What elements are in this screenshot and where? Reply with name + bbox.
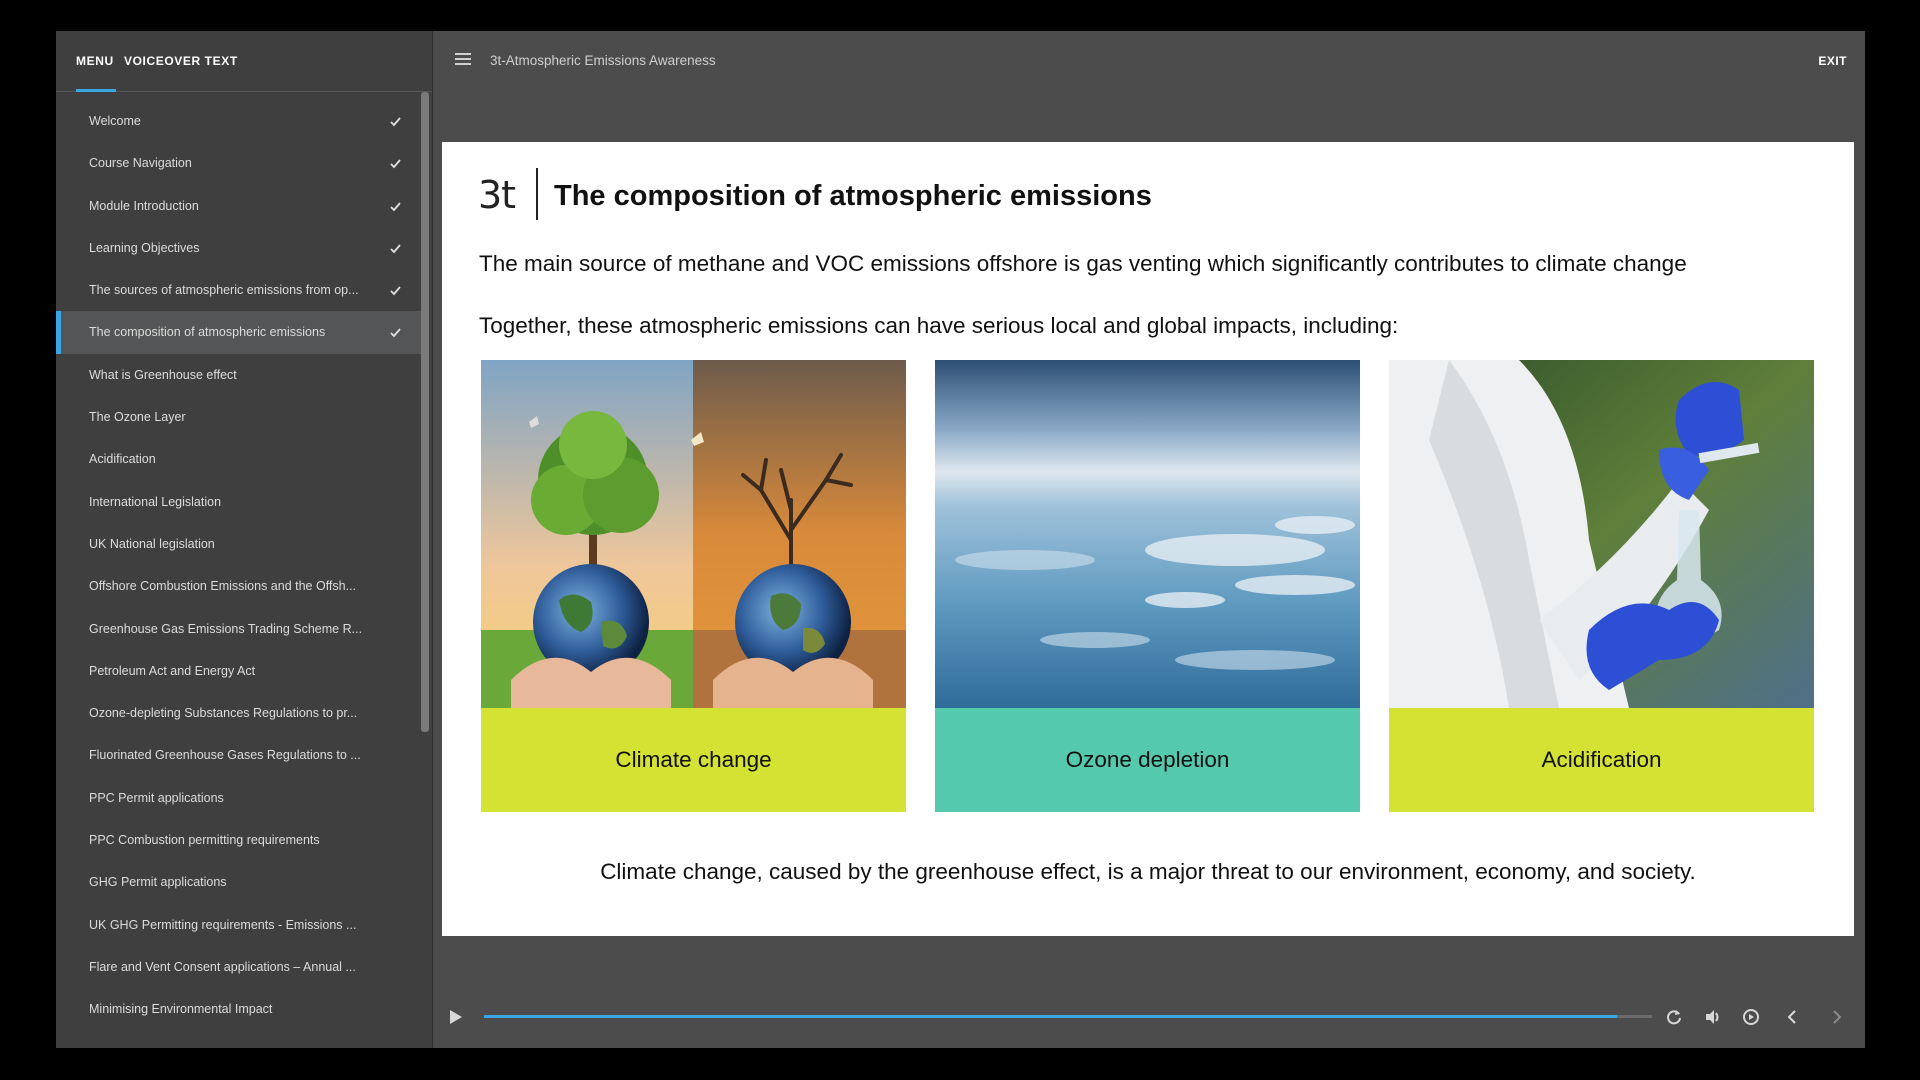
sidebar-item[interactable]: PPC Combustion permitting requirements xyxy=(56,819,422,861)
ozone-depletion-image xyxy=(935,360,1360,708)
player-controls xyxy=(433,986,1865,1048)
impacts-paragraph: Together, these atmospheric emissions ca… xyxy=(479,313,1399,338)
sidebar-item-label: Greenhouse Gas Emissions Trading Scheme … xyxy=(89,621,363,636)
sidebar-item-label: Acidification xyxy=(89,452,156,467)
sidebar-item[interactable]: Welcome xyxy=(56,100,422,142)
sidebar-item[interactable]: What is Greenhouse effect xyxy=(56,354,422,396)
card-acidification[interactable]: Acidification xyxy=(1389,360,1814,812)
replay-icon[interactable] xyxy=(1663,1006,1685,1028)
sidebar-item-label: Fluorinated Greenhouse Gases Regulations… xyxy=(89,748,361,763)
sidebar-item-label: Course Navigation xyxy=(89,156,192,171)
sidebar-item[interactable]: Flare and Vent Consent applications – An… xyxy=(56,946,422,988)
sidebar-item[interactable]: Ozone-depleting Substances Regulations t… xyxy=(56,692,422,734)
sidebar-item[interactable]: Greenhouse Gas Emissions Trading Scheme … xyxy=(56,608,422,650)
acidification-image xyxy=(1389,360,1814,708)
sidebar-tabs: MENU VOICEOVER TEXT xyxy=(56,31,432,92)
check-icon xyxy=(390,286,401,296)
sidebar-item-label: Welcome xyxy=(89,114,141,128)
conclusion-paragraph: Climate change, caused by the greenhouse… xyxy=(600,859,1696,884)
sidebar-item[interactable]: Offshore Combustion Emissions and the Of… xyxy=(56,565,422,607)
sidebar-item-label: Module Introduction xyxy=(89,198,199,213)
sidebar-item[interactable]: International Legislation xyxy=(56,481,422,523)
check-icon xyxy=(390,159,401,169)
sidebar-item[interactable]: Minimising Environmental Impact xyxy=(56,988,422,1030)
title-divider xyxy=(536,168,538,220)
sidebar-item-label: PPC Combustion permitting requirements xyxy=(89,833,320,848)
chevron-left-icon[interactable] xyxy=(1781,1006,1803,1028)
course-title: 3t-Atmospheric Emissions Awareness xyxy=(490,53,716,68)
sidebar-item[interactable]: Petroleum Act and Energy Act xyxy=(56,650,422,692)
sidebar-scrollbar[interactable] xyxy=(421,92,429,732)
sidebar-item-label: Flare and Vent Consent applications – An… xyxy=(89,959,356,974)
sidebar-item-label: Minimising Environmental Impact xyxy=(89,1002,273,1017)
sidebar-item-label: What is Greenhouse effect xyxy=(89,367,237,382)
volume-icon[interactable] xyxy=(1702,1006,1724,1028)
progress-fill xyxy=(484,1015,1617,1018)
sidebar-item[interactable]: GHG Permit applications xyxy=(56,861,422,903)
sidebar-item-label: Offshore Combustion Emissions and the Of… xyxy=(89,579,357,594)
sidebar-item[interactable]: Course Navigation xyxy=(56,142,422,184)
check-icon xyxy=(390,202,401,211)
check-icon xyxy=(390,328,401,338)
sidebar-item-label: International Legislation xyxy=(89,494,222,509)
card-caption: Ozone depletion xyxy=(935,708,1360,812)
captions-icon[interactable] xyxy=(1740,1006,1762,1028)
check-icon xyxy=(390,117,401,127)
sidebar-item[interactable]: The Ozone Layer xyxy=(56,396,422,438)
tab-voiceover-text[interactable]: VOICEOVER TEXT xyxy=(124,51,238,71)
tab-menu[interactable]: MENU xyxy=(76,51,114,71)
slide-content: 3t The composition of atmospheric emissi… xyxy=(442,142,1854,936)
slide-title: The composition of atmospheric emissions xyxy=(554,180,1152,212)
intro-paragraph: The main source of methane and VOC emiss… xyxy=(479,251,1687,276)
sidebar-item[interactable]: UK GHG Permitting requirements - Emissio… xyxy=(56,904,422,946)
play-icon[interactable] xyxy=(450,1010,462,1024)
hamburger-icon[interactable] xyxy=(455,53,471,67)
exit-button[interactable]: EXIT xyxy=(1818,51,1847,71)
sidebar-item-label: GHG Permit applications xyxy=(89,875,227,890)
top-bar: 3t-Atmospheric Emissions Awareness EXIT xyxy=(433,31,1865,91)
course-player: MENU VOICEOVER TEXT Welcome Course Naviga… xyxy=(56,31,1865,1048)
progress-track[interactable] xyxy=(484,1015,1652,1018)
sidebar-item[interactable]: UK National legislation xyxy=(56,523,422,565)
sidebar-item[interactable]: PPC Permit applications xyxy=(56,777,422,819)
sidebar-item-label: Ozone-depleting Substances Regulations t… xyxy=(89,706,358,721)
card-caption: Acidification xyxy=(1389,708,1814,812)
sidebar-item-label: The sources of atmospheric emissions fro… xyxy=(89,283,359,298)
card-climate-change[interactable]: Climate change xyxy=(481,360,906,812)
chevron-right-icon[interactable] xyxy=(1826,1006,1848,1028)
sidebar-item-label: Learning Objectives xyxy=(89,240,200,255)
sidebar-item-label: PPC Permit applications xyxy=(89,790,224,805)
sidebar-item[interactable]: Acidification xyxy=(56,438,422,480)
sidebar-item[interactable]: Fluorinated Greenhouse Gases Regulations… xyxy=(56,734,422,776)
active-tab-indicator xyxy=(76,89,116,92)
climate-change-image xyxy=(481,360,906,708)
sidebar-item[interactable]: Learning Objectives xyxy=(56,227,422,269)
sidebar-item-label: The composition of atmospheric emissions xyxy=(89,325,326,340)
sidebar: MENU VOICEOVER TEXT Welcome Course Naviga… xyxy=(56,31,433,1048)
sidebar-item-label: The Ozone Layer xyxy=(89,410,186,425)
sidebar-item-label: UK GHG Permitting requirements - Emissio… xyxy=(89,917,357,932)
sidebar-item-label: UK National legislation xyxy=(89,536,215,551)
card-ozone-depletion[interactable]: Ozone depletion xyxy=(935,360,1360,812)
check-icon xyxy=(390,244,401,254)
card-caption: Climate change xyxy=(481,708,906,812)
menu-list: Welcome Course Navigation Module Introduct… xyxy=(56,100,422,1031)
brand-logo: 3t xyxy=(478,173,516,217)
sidebar-item[interactable]: The sources of atmospheric emissions fro… xyxy=(56,269,422,311)
sidebar-item[interactable]: Module Introduction xyxy=(56,185,422,227)
sidebar-item[interactable]: The composition of atmospheric emissions xyxy=(56,311,422,355)
sidebar-item-label: Petroleum Act and Energy Act xyxy=(89,663,256,678)
